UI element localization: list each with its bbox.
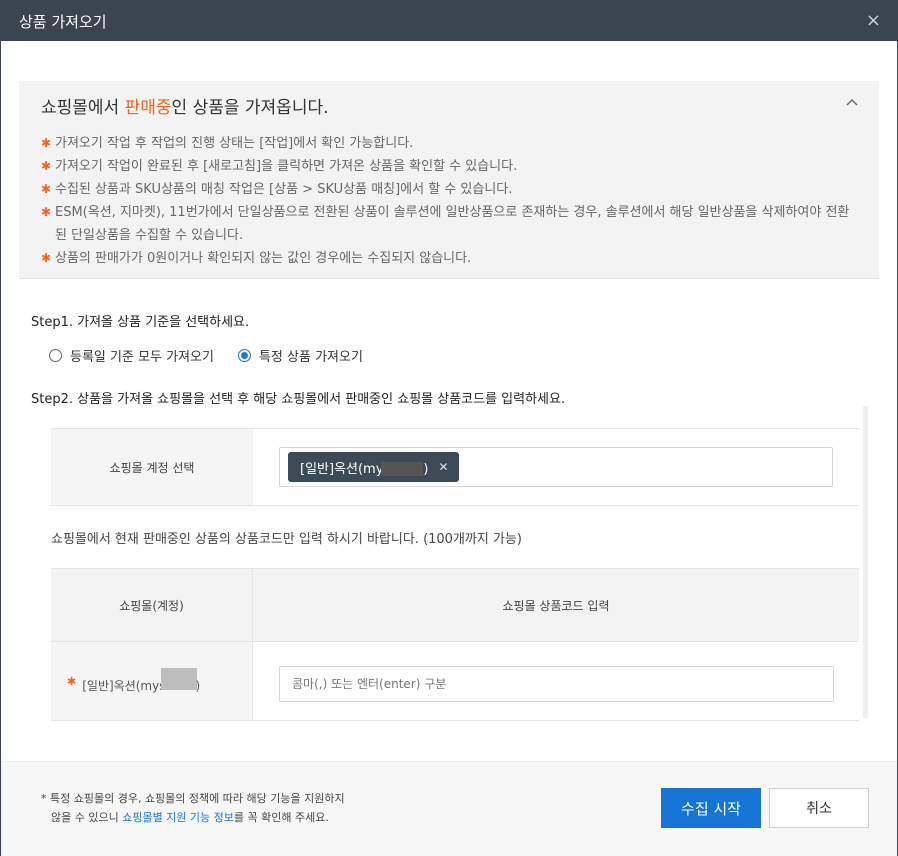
support-info-link[interactable]: 쇼핑몰별 지원 기능 정보 [122,811,234,824]
notice-headline: 쇼핑몰에서 판매중인 상품을 가져옵니다. [41,93,857,118]
product-code-table: 쇼핑몰(계정) 쇼핑몰 상품코드 입력 ✱ [일반]옥션(mys) [51,568,859,721]
chevron-up-icon[interactable] [845,95,859,109]
column-header-code: 쇼핑몰 상품코드 입력 [502,598,610,613]
required-asterisk-icon: ✱ [67,674,77,688]
headline-prefix: 쇼핑몰에서 [41,98,125,118]
notice-item: ✱ 가져오기 작업 후 작업의 진행 상태는 [작업]에서 확인 가능합니다. [41,132,857,155]
account-select-row: 쇼핑몰 계정 선택 [일반]옥션(my) ✕ [51,428,859,506]
radio-specific-products[interactable]: 특정 상품 가져오기 [237,346,363,365]
notice-item: ✱ 수집된 상품과 SKU상품의 매칭 작업은 [상품 > SKU상품 매칭]에서… [41,178,857,201]
radio-all-by-date[interactable]: 등록일 기준 모두 가져오기 [49,346,214,365]
notice-item: ✱ 가져오기 작업이 완료된 후 [새로고침]을 클릭하면 가져온 상품을 확인할… [41,155,857,178]
account-select-field: [일반]옥션(my) ✕ [253,429,859,505]
account-multiselect[interactable]: [일반]옥션(my) ✕ [279,447,833,487]
notice-item: ✱ 상품의 판매가가 0원이거나 확인되지 않는 값인 경우에는 수집되지 않습니… [41,247,857,270]
account-tag: [일반]옥션(my) ✕ [288,452,459,482]
close-icon[interactable]: × [866,12,881,30]
modal-footer: * 특정 쇼핑몰의 경우, 쇼핑몰의 정책에 따라 해당 기능을 지원하지 않을… [1,761,897,856]
radio-button-selected[interactable] [237,349,251,362]
asterisk-icon: ✱ [41,251,52,265]
asterisk-icon: ✱ [41,182,52,196]
notice-panel: 쇼핑몰에서 판매중인 상품을 가져옵니다. ✱ 가져오기 작업 후 작업의 진행 … [19,81,879,279]
asterisk-icon: ✱ [41,136,52,150]
radio-label: 특정 상품 가져오기 [258,350,363,365]
notice-item: ✱ ESM(옥션, 지마켓), 11번가에서 단일상품으로 전환된 상품이 솔루션… [41,201,857,247]
headline-suffix: 인 상품을 가져옵니다. [171,98,329,118]
headline-highlight: 판매중 [124,98,172,118]
footer-note: * 특정 쇼핑몰의 경우, 쇼핑몰의 정책에 따라 해당 기능을 지원하지 않을… [41,792,345,824]
radio-label: 등록일 기준 모두 가져오기 [70,350,214,365]
asterisk-icon: ✱ [41,205,52,219]
step2-label: Step2. 상품을 가져올 쇼핑몰을 선택 후 해당 쇼핑몰에서 판매중인 쇼… [31,392,566,407]
scrollbar[interactable] [863,406,868,718]
asterisk-icon: ✱ [41,159,52,173]
import-mode-radio-group: 등록일 기준 모두 가져오기 특정 상품 가져오기 [49,346,363,365]
modal-title: 상품 가져오기 [19,12,107,31]
product-code-input[interactable] [279,666,834,702]
row-shop-label: [일반]옥션(mys) [82,668,200,694]
table-header: 쇼핑몰(계정) 쇼핑몰 상품코드 입력 [51,569,859,642]
import-products-modal: 상품 가져오기 × 쇼핑몰에서 판매중인 상품을 가져옵니다. ✱ 가져오기 작업… [0,0,898,856]
row-code-cell [253,642,859,720]
column-header-shop: 쇼핑몰(계정) [51,569,253,641]
table-row: ✱ [일반]옥션(mys) [51,642,859,720]
notice-list: ✱ 가져오기 작업 후 작업의 진행 상태는 [작업]에서 확인 가능합니다. ✱… [41,132,857,270]
account-select-label: 쇼핑몰 계정 선택 [51,429,253,505]
product-code-hint: 쇼핑몰에서 현재 판매중인 상품의 상품코드만 입력 하시기 바랍니다. (10… [51,532,522,547]
modal-titlebar: 상품 가져오기 × [1,1,897,41]
cancel-button[interactable]: 취소 [769,788,869,828]
redacted-mask [161,668,198,690]
redacted-mask [381,462,424,476]
step1-label: Step1. 가져올 상품 기준을 선택하세요. [31,315,250,330]
radio-button[interactable] [49,349,62,362]
account-tag-label: [일반]옥션(my) [300,461,429,477]
remove-tag-icon[interactable]: ✕ [439,460,449,474]
row-shop-account: ✱ [일반]옥션(mys) [51,642,253,720]
start-collect-button[interactable]: 수집 시작 [661,788,761,828]
